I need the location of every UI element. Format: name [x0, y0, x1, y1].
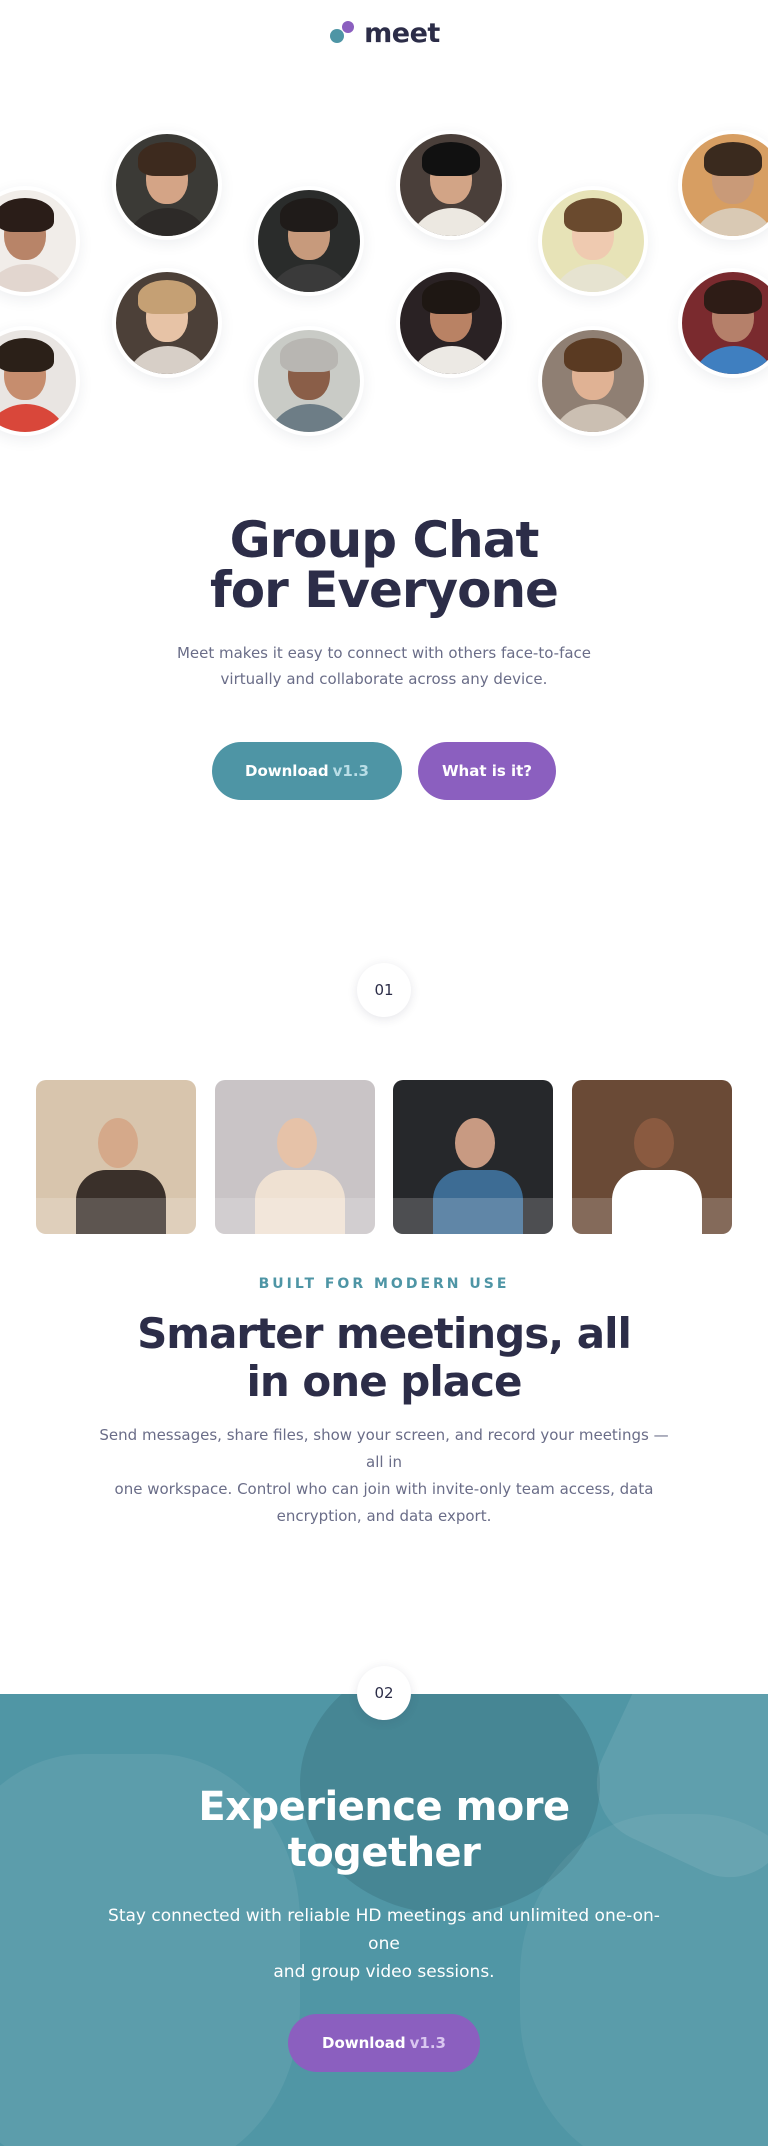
section-title-line2: in one place — [246, 1357, 523, 1406]
experience-band: Experience more together Stay connected … — [0, 1694, 768, 2146]
band-subtitle-line2: and group video sessions. — [273, 1962, 495, 1982]
hero-title: Group Chat for Everyone — [0, 515, 768, 615]
avatar — [254, 326, 364, 436]
section-title-line1: Smarter meetings, all — [137, 1309, 632, 1358]
band-subtitle-line1: Stay connected with reliable HD meetings… — [108, 1906, 660, 1954]
avatar — [0, 186, 80, 296]
band-download-label: Download — [322, 2034, 406, 2052]
section-body-line2: one workspace. Control who can join with… — [114, 1480, 654, 1498]
section-body-line1: Send messages, share files, show your sc… — [99, 1426, 669, 1471]
band-download-version: v1.3 — [409, 2034, 446, 2052]
avatar — [538, 186, 648, 296]
avatar — [112, 268, 222, 378]
section-body-line3: encryption, and data export. — [276, 1507, 492, 1525]
avatar — [254, 186, 364, 296]
feature-card-image — [393, 1080, 554, 1234]
avatar — [396, 268, 506, 378]
avatar-grid — [0, 130, 768, 460]
hero-subtitle-line1: Meet makes it easy to connect with other… — [176, 644, 592, 662]
eyebrow-label: BUILT FOR MODERN USE — [258, 1276, 510, 1292]
avatar — [396, 130, 506, 240]
band-title: Experience more together — [0, 1784, 768, 1876]
logo[interactable]: meet — [0, 18, 768, 49]
avatar — [538, 326, 648, 436]
section-body: Send messages, share files, show your sc… — [90, 1422, 678, 1530]
avatar — [0, 326, 80, 436]
feature-card-image — [571, 1080, 732, 1234]
hero-subtitle-line2: virtually and collaborate across any dev… — [220, 670, 548, 688]
band-title-line2: together — [287, 1830, 481, 1876]
avatar — [678, 268, 768, 378]
step-number: 01 — [374, 981, 394, 999]
what-is-it-label: What is it? — [441, 762, 533, 780]
band-title-line1: Experience more — [198, 1784, 570, 1830]
feature-card-image — [214, 1080, 375, 1234]
feature-cards — [36, 1080, 732, 1236]
band-subtitle: Stay connected with reliable HD meetings… — [94, 1902, 674, 1986]
section-title: Smarter meetings, all in one place — [0, 1310, 768, 1406]
step-badge-01: 01 — [357, 963, 411, 1017]
step-badge-02: 02 — [357, 1666, 411, 1720]
avatar — [112, 130, 222, 240]
hero-title-line2: for Everyone — [210, 561, 559, 619]
download-version: v1.3 — [332, 762, 369, 780]
logo-text: meet — [364, 18, 440, 49]
what-is-it-button[interactable]: What is it? — [418, 742, 556, 800]
feature-card-image — [36, 1080, 196, 1234]
download-button[interactable]: Download v1.3 — [212, 742, 402, 800]
band-download-button[interactable]: Download v1.3 — [288, 2014, 480, 2072]
download-button-label: Download — [245, 762, 329, 780]
hero-subtitle: Meet makes it easy to connect with other… — [164, 640, 604, 692]
logo-mark-icon — [328, 19, 358, 49]
avatar — [678, 130, 768, 240]
step-number: 02 — [374, 1684, 394, 1702]
